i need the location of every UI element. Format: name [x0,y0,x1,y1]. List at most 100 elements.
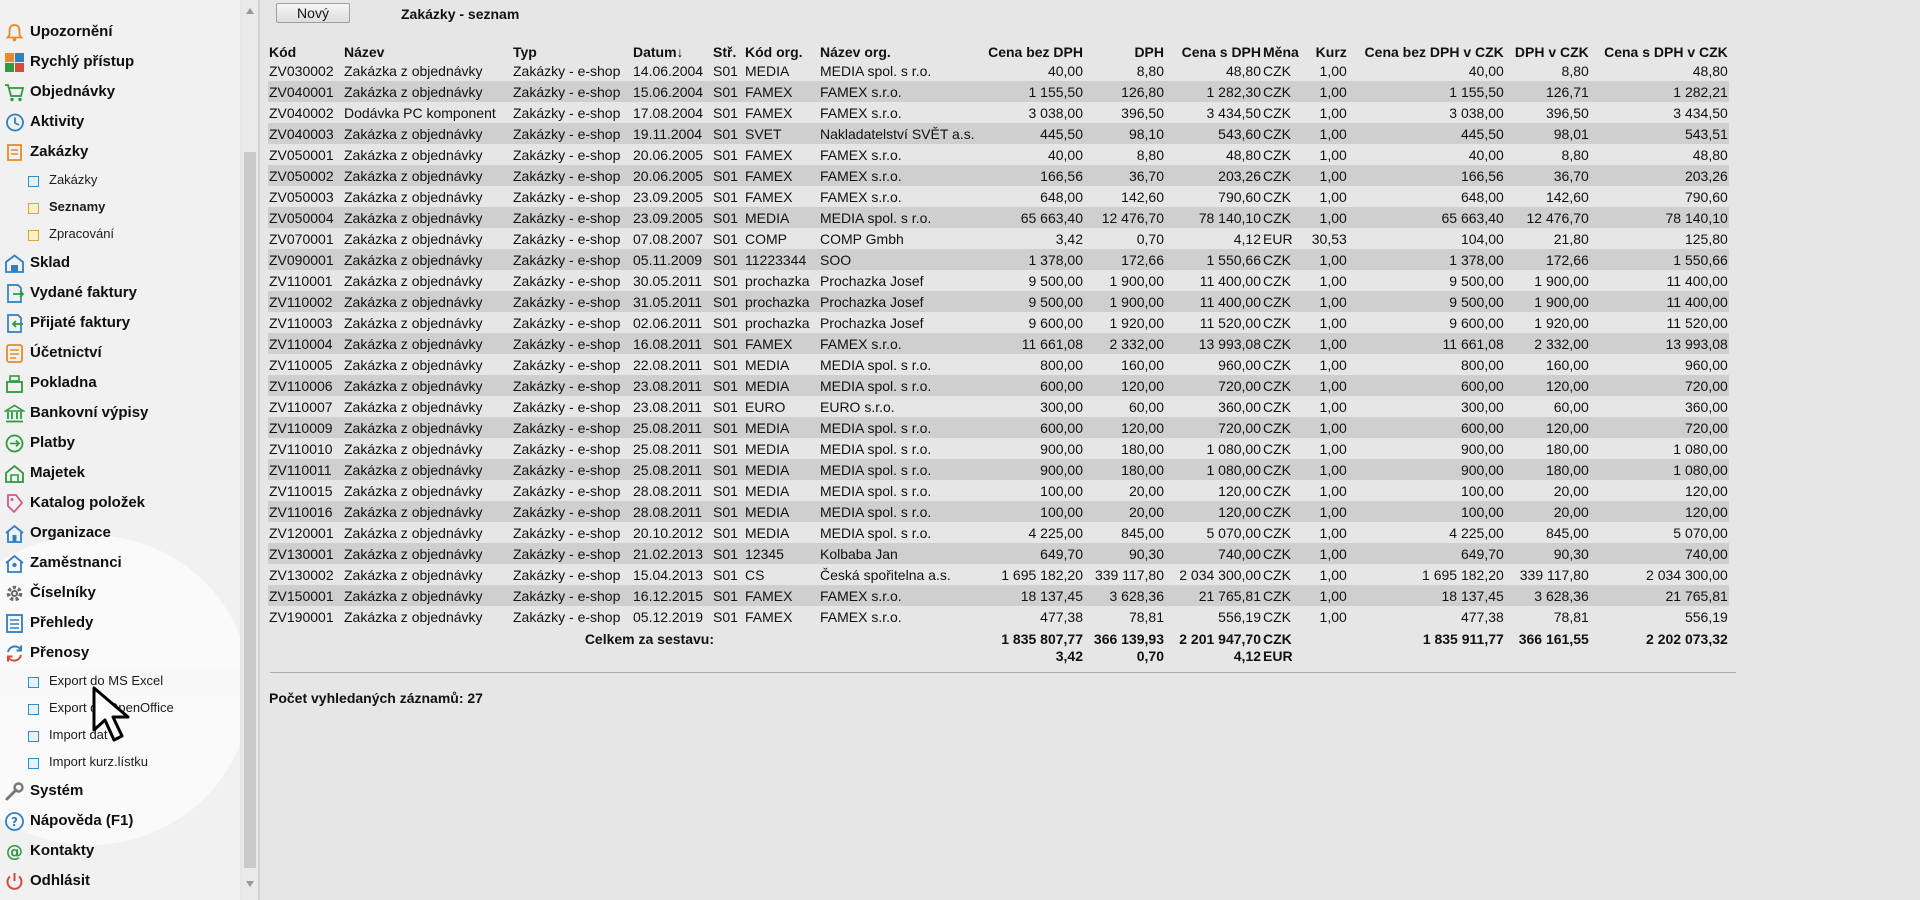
table-cell: CZK [1262,249,1300,270]
table-cell: 98,01 [1504,123,1590,144]
table-row[interactable]: ZV110011 Zakázka z objednávky Zakázky - e-… [268,459,1729,480]
column-header[interactable]: Kód org. [744,40,819,60]
sidebar-item-prehledy[interactable]: Přehledy [0,608,240,638]
table-cell: 3 628,36 [1084,585,1165,606]
table-row[interactable]: ZV040003 Zakázka z objednávky Zakázky - e-… [268,123,1729,144]
table-row[interactable]: ZV110002 Zakázka z objednávky Zakázky - e-… [268,291,1729,312]
column-header[interactable]: Cena bez DPH [979,40,1084,60]
column-header[interactable]: DPH [1084,40,1165,60]
column-header[interactable]: Název [343,40,512,60]
table-cell: 11 400,00 [1666,272,1728,289]
sidebar-item-majetek[interactable]: Majetek [0,458,240,488]
table-cell: 20,00 [1128,482,1164,499]
sidebar-item-odhlasit[interactable]: Odhlásit [0,866,240,896]
table-cell: 21 765,81 [1165,585,1262,606]
folder-icon [28,230,39,241]
table-row[interactable]: ZV070001 Zakázka z objednávky Zakázky - e-… [268,228,1729,249]
document-icon [28,704,39,715]
svg-text:@: @ [6,842,23,862]
column-header[interactable]: DPH v CZK [1505,40,1590,60]
sidebar-subitem-import-kurz-listku[interactable]: Import kurz.lístku [0,749,240,776]
sidebar-item-rychly-pristup[interactable]: Rychlý přístup [0,47,240,77]
table-row[interactable]: ZV110007 Zakázka z objednávky Zakázky - e-… [268,396,1729,417]
table-row[interactable]: ZV110004 Zakázka z objednávky Zakázky - e-… [268,333,1729,354]
sidebar-item-system[interactable]: Systém [0,776,240,806]
table-row[interactable]: ZV040001 Zakázka z objednávky Zakázky - e-… [268,81,1729,102]
sidebar-item-upozorneni[interactable]: Upozornění [0,17,240,47]
sidebar-scroll-thumb[interactable] [244,152,256,868]
scroll-down-arrow-icon[interactable] [246,881,254,887]
sidebar-item-label: Zpracování [49,226,115,241]
table-row[interactable]: ZV050002 Zakázka z objednávky Zakázky - e-… [268,165,1729,186]
sidebar-item-objednavky[interactable]: Objednávky [0,77,240,107]
sidebar-subitem-zpracovani[interactable]: Zpracování [0,221,240,248]
table-cell: 180,00 [1545,440,1589,457]
table-cell: 90,30 [1084,543,1165,564]
table-cell: 4 225,00 [1028,524,1084,541]
column-header[interactable]: Cena bez DPH v CZK [1348,40,1505,60]
table-row[interactable]: ZV110006 Zakázka z objednávky Zakázky - e-… [268,375,1729,396]
sidebar-item-bankovni-vypisy[interactable]: Bankovní výpisy [0,398,240,428]
table-row[interactable]: ZV110016 Zakázka z objednávky Zakázky - e-… [268,501,1729,522]
table-row[interactable]: ZV050003 Zakázka z objednávky Zakázky - e-… [268,186,1729,207]
table-row[interactable]: ZV110015 Zakázka z objednávky Zakázky - e-… [268,480,1729,501]
sidebar-item-pokladna[interactable]: Pokladna [0,368,240,398]
table-cell: 16.08.2011 [632,333,712,354]
column-header[interactable]: Název org. [819,40,979,60]
table-cell: 5 070,00 [1673,524,1728,541]
sidebar-item-katalog-polozek[interactable]: Katalog položek [0,488,240,518]
sidebar-item-ciselniky[interactable]: Číselníky [0,578,240,608]
table-cell: CZK [1263,272,1291,289]
sidebar-item-prijate-faktury[interactable]: Přijaté faktury [0,308,240,338]
table-row[interactable]: ZV030002 Zakázka z objednávky Zakázky - e-… [268,60,1729,81]
sidebar-item-sklad[interactable]: Sklad [0,248,240,278]
table-row[interactable]: ZV130001 Zakázka z objednávky Zakázky - e-… [268,543,1729,564]
table-cell: MEDIA spol. s r.o. [820,356,932,373]
table-cell: MEDIA spol. s r.o. [819,501,979,522]
sidebar-item-ucetnictvi[interactable]: Účetnictví [0,338,240,368]
table-row[interactable]: ZV120001 Zakázka z objednávky Zakázky - e-… [268,522,1729,543]
table-row[interactable]: ZV110005 Zakázka z objednávky Zakázky - e-… [268,354,1729,375]
table-row[interactable]: ZV040002 Dodávka PC komponent Zakázky - e-… [268,102,1729,123]
table-cell: 78,81 [1553,608,1589,625]
table-row[interactable]: ZV110010 Zakázka z objednávky Zakázky - e-… [268,438,1729,459]
sidebar-item-kontakty[interactable]: @ Kontakty [0,836,240,866]
column-header[interactable]: Měna [1262,40,1300,60]
table-row[interactable]: ZV190001 Zakázka z objednávky Zakázky - e-… [268,606,1729,627]
table-row[interactable]: ZV050001 Zakázka z objednávky Zakázky - e-… [268,144,1729,165]
scroll-up-arrow-icon[interactable] [246,8,254,14]
table-row[interactable]: ZV110001 Zakázka z objednávky Zakázky - e-… [268,270,1729,291]
sidebar-item-prenosy[interactable]: Přenosy [0,638,240,668]
table-cell: 8,80 [1136,146,1164,163]
column-header[interactable]: Datum↓ [632,40,712,60]
table-row[interactable]: ZV150001 Zakázka z objednávky Zakázky - e-… [268,585,1729,606]
table-cell: 3,42 [1055,230,1083,247]
table-row[interactable]: ZV130002 Zakázka z objednávky Zakázky - e-… [268,564,1729,585]
sidebar-item-zamestnanci[interactable]: Zaměstnanci [0,548,240,578]
column-header[interactable]: Kurz [1300,40,1348,60]
table-row[interactable]: ZV110009 Zakázka z objednávky Zakázky - e-… [268,417,1729,438]
table-cell: FAMEX [745,146,793,163]
sidebar-item-organizace[interactable]: Organizace [0,518,240,548]
sidebar-item-zakazky[interactable]: Zakázky [0,137,240,167]
new-button[interactable]: Nový [276,3,350,23]
table-row[interactable]: ZV050004 Zakázka z objednávky Zakázky - e-… [268,207,1729,228]
sidebar-item-napoveda[interactable]: ? Nápověda (F1) [0,806,240,836]
table-cell: Zakázka z objednávky [343,417,512,438]
column-header[interactable]: Cena s DPH [1165,40,1262,60]
sidebar-item-aktivity[interactable]: Aktivity [0,107,240,137]
table-cell: CZK [1262,207,1300,228]
column-header[interactable]: Kód [268,40,343,60]
page-title: Zakázky - seznam [401,6,520,22]
table-row[interactable]: ZV090001 Zakázka z objednávky Zakázky - e-… [268,249,1729,270]
table-row[interactable]: ZV110003 Zakázka z objednávky Zakázky - e-… [268,312,1729,333]
sidebar-subitem-seznamy[interactable]: Seznamy [0,194,240,221]
sidebar-subitem-zakazky[interactable]: Zakázky [0,167,240,194]
column-header[interactable]: Typ [512,40,632,60]
column-header[interactable]: Stř. [712,40,744,60]
sidebar-item-vydane-faktury[interactable]: Vydané faktury [0,278,240,308]
column-header[interactable]: Cena s DPH v CZK [1590,40,1729,60]
table-cell: Zakázka z objednávky [344,566,483,583]
sidebar-item-platby[interactable]: Platby [0,428,240,458]
table-cell: 120,00 [1084,417,1165,438]
